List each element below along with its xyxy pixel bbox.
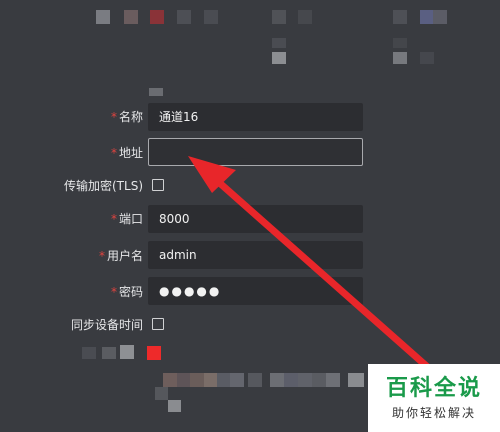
watermark-subtitle: 助你轻松解决 (391, 406, 476, 420)
watermark-logo: 百科全说 助你轻松解决 (368, 364, 500, 432)
watermark-title: 百科全说 (385, 376, 482, 401)
